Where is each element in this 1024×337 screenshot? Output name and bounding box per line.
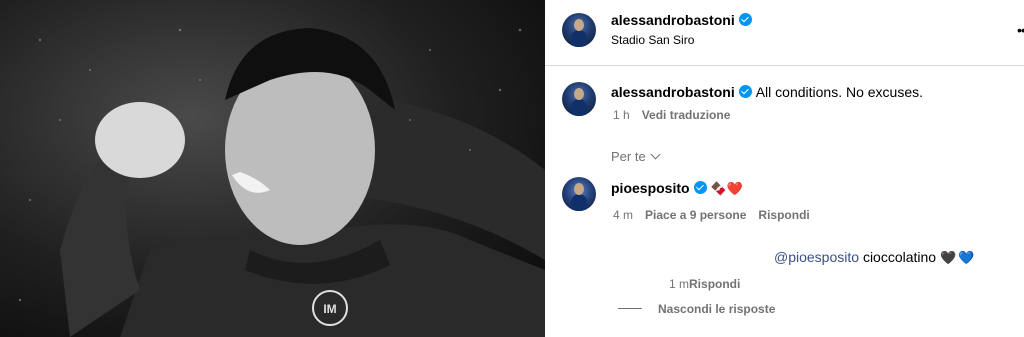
- reply-text-line: @pioesposito cioccolatino 🖤 💙: [764, 248, 974, 266]
- comments-panel: alessandrobastoni Stadio San Siro ••• al…: [545, 0, 1024, 337]
- comment-text: 🍫❤️: [710, 181, 743, 196]
- hide-replies-button[interactable]: Nascondi le risposte: [618, 302, 775, 316]
- black-heart-icon: 🖤: [940, 250, 957, 265]
- verified-icon: [693, 181, 707, 194]
- reply-button[interactable]: Rispondi: [758, 208, 809, 222]
- timestamp: 1 m: [669, 277, 690, 291]
- photo-image: IM: [0, 0, 545, 337]
- filter-label: Per te: [611, 149, 646, 164]
- comment-meta: 4 m Piace a 9 persone Rispondi: [613, 208, 810, 222]
- translate-button[interactable]: Vedi traduzione: [642, 108, 731, 122]
- reply-meta: 1 mRispondi: [669, 277, 740, 291]
- ellipsis-icon[interactable]: •••: [1017, 22, 1024, 38]
- username-text: alessandrobastoni: [611, 84, 735, 100]
- timestamp: 4 m: [613, 208, 634, 222]
- avatar[interactable]: [562, 177, 596, 211]
- hide-replies-label: Nascondi le risposte: [658, 302, 776, 316]
- reply-button[interactable]: Rispondi: [689, 277, 740, 291]
- verified-icon: [738, 13, 752, 26]
- likes-count-link[interactable]: Piace a 9 persone: [645, 208, 746, 222]
- reply-text: cioccolatino: [862, 249, 937, 265]
- post-header: alessandrobastoni Stadio San Siro •••: [545, 0, 1024, 66]
- avatar[interactable]: [562, 13, 596, 47]
- username-text: alessandrobastoni: [611, 12, 735, 28]
- comment-filter-dropdown[interactable]: Per te: [611, 149, 661, 164]
- timestamp: 1 h: [613, 108, 630, 122]
- caption-meta: 1 h Vedi traduzione: [613, 108, 730, 122]
- username-link[interactable]: alessandrobastoni: [611, 12, 752, 28]
- blue-heart-icon: 💙: [958, 250, 975, 265]
- username-link[interactable]: pioesposito: [611, 180, 707, 196]
- caption-line: alessandrobastoni All conditions. No excu…: [611, 84, 923, 100]
- reply-avatar-placeholder: [764, 248, 770, 262]
- comment-line: pioesposito 🍫❤️: [611, 180, 743, 197]
- svg-text:IM: IM: [323, 302, 336, 316]
- divider: [618, 308, 642, 309]
- chevron-down-icon: [650, 149, 661, 160]
- caption-text: All conditions. No excuses.: [755, 84, 924, 100]
- avatar[interactable]: [562, 82, 596, 116]
- mention-link[interactable]: @pioesposito: [774, 249, 859, 265]
- post-photo[interactable]: IM: [0, 0, 545, 337]
- username-text: pioesposito: [611, 180, 690, 196]
- username-link[interactable]: alessandrobastoni: [611, 84, 752, 100]
- location-link[interactable]: Stadio San Siro: [611, 33, 694, 47]
- verified-icon: [738, 85, 752, 98]
